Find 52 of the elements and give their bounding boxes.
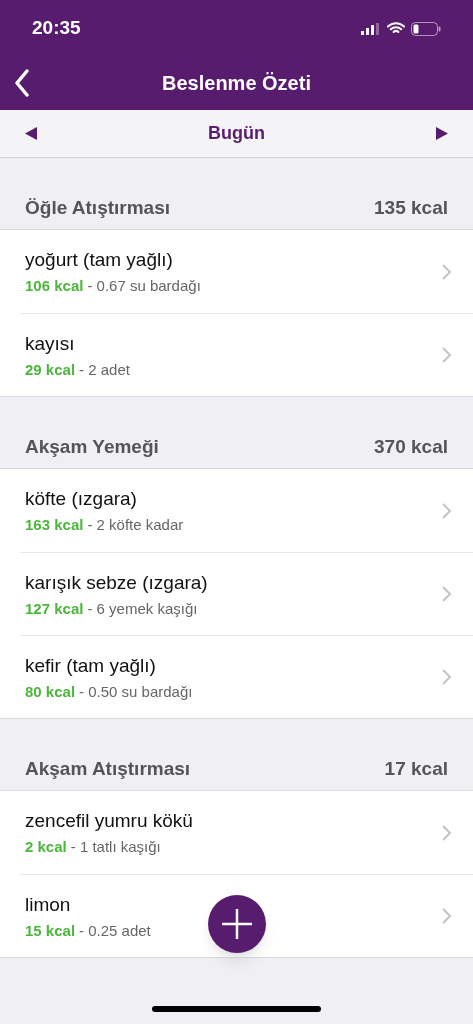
food-portion: - 0.67 su bardağı (87, 278, 201, 293)
battery-icon (411, 21, 441, 36)
meal-title: Öğle Atıştırması (25, 196, 170, 221)
food-row[interactable]: köfte (ızgara) 163 kcal - 2 köfte kadar (0, 469, 473, 552)
food-name: limon (25, 894, 72, 914)
food-name: kefir (tam yağlı) (25, 655, 157, 675)
back-icon (14, 69, 30, 97)
plus-icon (222, 909, 252, 939)
meal-total: 135 kcal (374, 196, 448, 221)
food-row[interactable]: karışık sebze (ızgara) 127 kcal - 6 yemek kaşığı (20, 552, 473, 635)
food-kcal: 29 kcal (25, 361, 76, 377)
date-label: Bugün (208, 122, 265, 145)
chevron-icon (442, 669, 451, 685)
chevron-icon (442, 347, 451, 363)
chevron-icon (442, 502, 451, 519)
food-name: zencefil yumru kökü (25, 811, 194, 830)
food-kcal: 15 kcal (25, 922, 76, 938)
food-name: kayısı (25, 333, 76, 353)
food-row[interactable]: kefir (tam yağlı) 80 kcal - 0.50 su bardağı (20, 635, 473, 718)
food-kcal: 127 kcal (25, 600, 84, 616)
chevron-icon (442, 263, 451, 280)
meal-total: 17 kcal (384, 757, 448, 782)
left-triangle-icon (25, 127, 37, 140)
food-row[interactable]: zencefil yumru kökü 2 kcal - 1 tatlı kaşığı (0, 791, 473, 874)
food-kcal: 80 kcal (25, 683, 76, 699)
food-portion: - 1 tatlı kaşığı (70, 839, 161, 854)
food-portion: - 0.25 adet (79, 922, 151, 938)
food-kcal: 2 kcal (25, 839, 67, 854)
food-portion: - 0.50 su bardağı (79, 683, 193, 699)
food-portion: - 6 yemek kaşığı (87, 600, 198, 616)
chevron-icon (442, 824, 451, 841)
next-day-button[interactable] (434, 126, 448, 141)
right-triangle-icon (436, 126, 448, 140)
food-name: köfte (ızgara) (25, 489, 138, 508)
previous-day-button[interactable] (25, 126, 39, 141)
food-portion: - 2 adet (79, 361, 130, 377)
wifi-icon (387, 22, 405, 35)
meal-title: Akşam Atıştırması (25, 757, 191, 782)
status-time: 20:35 (32, 16, 81, 41)
food-kcal: 106 kcal (25, 278, 84, 293)
meal-total: 370 kcal (374, 435, 448, 460)
food-name: karışık sebze (ızgara) (25, 572, 209, 592)
food-name: yoğurt (tam yağlı) (25, 250, 174, 269)
signal-icon (361, 22, 381, 35)
food-row[interactable]: yoğurt (tam yağlı) 106 kcal - 0.67 su bardağı (0, 230, 473, 313)
food-row[interactable]: kayısı 29 kcal - 2 adet (20, 313, 473, 396)
food-portion: - 2 köfte kadar (87, 517, 184, 532)
nav-title: Beslenme Özeti (162, 70, 311, 96)
meal-title: Akşam Yemeği (25, 435, 159, 460)
chevron-icon (442, 586, 451, 602)
chevron-icon (442, 908, 451, 924)
food-kcal: 163 kcal (25, 517, 84, 532)
